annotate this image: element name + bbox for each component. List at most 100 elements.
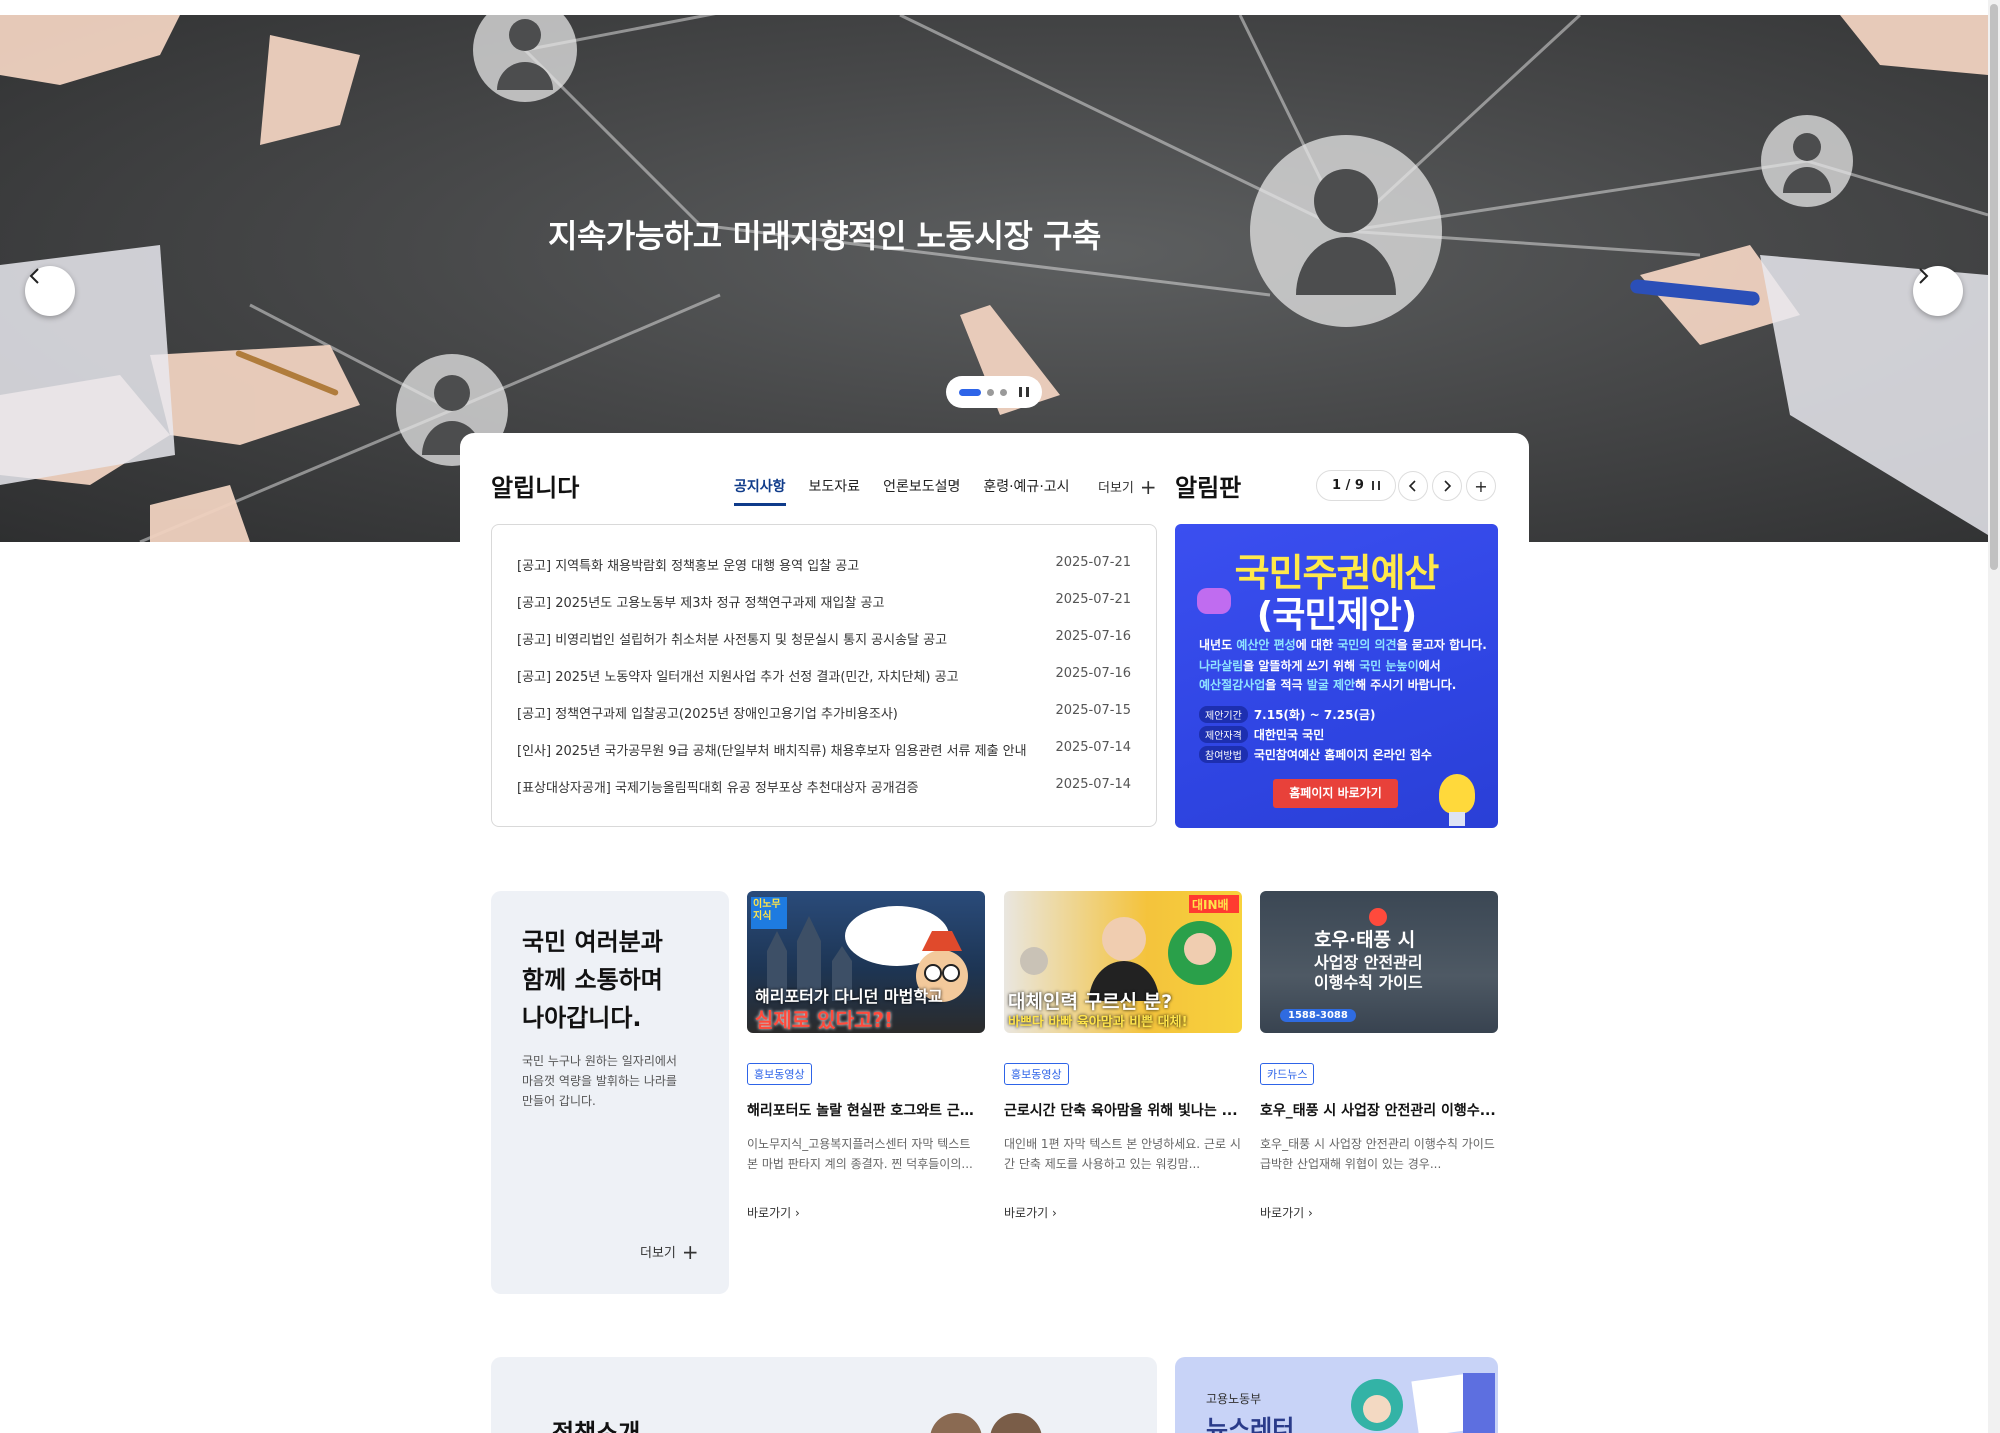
notice-item-title[interactable]: [공고] 정책연구과제 입찰공고(2025년 장애인고용기업 추가비용조사)	[517, 703, 898, 740]
media-heading-line: 함께 소통하며	[522, 966, 663, 994]
tab-notices[interactable]: 공지사항	[734, 476, 786, 506]
media-card-2[interactable]: 대IN배 대체인력 구르신 분? 바쁘다 바빠 육아맘과 비쁜 대체! 홍보동영…	[1004, 891, 1242, 1221]
banner-text-line-1: 내년도 예산안 편성에 대한 국민의 의견을 묻고자 합니다.	[1199, 636, 1487, 653]
pause-icon[interactable]	[1019, 387, 1029, 397]
notice-more-label: 더보기	[1098, 481, 1134, 496]
notice-item-date: 2025-07-16	[1055, 666, 1131, 681]
notice-item-title[interactable]: [공고] 지역특화 채용박람회 정책홍보 운영 대행 용역 입찰 공고	[517, 555, 859, 592]
notice-item-date: 2025-07-15	[1055, 703, 1131, 718]
list-item[interactable]: [공고] 2025년도 고용노동부 제3차 정규 정책연구과제 재입찰 공고 20…	[517, 592, 1131, 629]
media-intro-card: 국민 여러분과 함께 소통하며 나아갑니다. 국민 누구나 원하는 일자리에서 …	[491, 891, 729, 1294]
chevron-right-icon: ›	[1308, 1206, 1313, 1220]
list-item[interactable]: [표상대상자공개] 국제기능올림픽대회 유공 정부포상 추천대상자 공개검증 20…	[517, 777, 1131, 814]
slide-dot-2[interactable]	[987, 388, 994, 396]
tab-regulations[interactable]: 훈령·예규·고시	[983, 476, 1069, 504]
banner-info-3: 참여방법 국민참여예산 홈페이지 온라인 접수	[1199, 746, 1432, 763]
list-item[interactable]: [공고] 지역특화 채용박람회 정책홍보 운영 대행 용역 입찰 공고 2025-…	[517, 555, 1131, 592]
media-subtext-line: 만들어 갑니다.	[522, 1094, 596, 1108]
category-badge: 홍보동영상	[1004, 1063, 1069, 1085]
notice-item-date: 2025-07-14	[1055, 740, 1131, 755]
video-thumbnail[interactable]: 이노무 지식 해리포터가 다니던 마법학교 실제로 있다고?!	[747, 891, 985, 1033]
video-thumbnail[interactable]: 대IN배 대체인력 구르신 분? 바쁘다 바빠 육아맘과 비쁜 대체!	[1004, 891, 1242, 1033]
board-more-button[interactable]: +	[1466, 471, 1496, 501]
banner-text-line-3: 예산절감사업을 적극 발굴 제안해 주시기 바랍니다.	[1199, 676, 1456, 693]
media-subtext: 국민 누구나 원하는 일자리에서 마음껏 역량을 발휘하는 나라를 만들어 갑니…	[522, 1051, 677, 1111]
banner-text: 해 주시기 바랍니다.	[1355, 678, 1457, 692]
policy-section[interactable]: 정책소개	[491, 1357, 1157, 1433]
notice-title: 알립니다	[491, 474, 580, 502]
board-pager: 1 / 9	[1316, 470, 1396, 501]
board-prev-button[interactable]	[1398, 471, 1428, 501]
thumb-line-2: 바쁘다 바빠 육아맘과 비쁜 대체!	[1008, 1015, 1188, 1030]
chevron-left-icon	[1408, 480, 1416, 492]
thumb-line-1: 대체인력 구르신 분?	[1008, 991, 1173, 1013]
banner-text: 내년도	[1199, 638, 1237, 652]
media-heading: 국민 여러분과 함께 소통하며 나아갑니다.	[522, 923, 663, 1037]
pause-icon[interactable]	[1371, 481, 1380, 490]
banner-highlight: 예산절감사업	[1199, 678, 1266, 692]
card-link[interactable]: 바로가기 ›	[1004, 1204, 1242, 1221]
list-item[interactable]: [공고] 비영리법인 설립허가 취소처분 사전통지 및 청문실시 통지 공시송달…	[517, 629, 1131, 666]
media-card-1[interactable]: 이노무 지식 해리포터가 다니던 마법학교 실제로 있다고?! 홍보동영상 해리…	[747, 891, 985, 1221]
lightbulb-icon	[1439, 774, 1475, 814]
card-title[interactable]: 근로시간 단축 육아맘을 위해 빛나는 ...	[1004, 1100, 1242, 1120]
banner-title-2: (국민제안)	[1256, 595, 1417, 636]
media-card-3[interactable]: 호우·태풍 시 사업장 안전관리 이행수칙 가이드 1588-3088 카드뉴스…	[1260, 891, 1498, 1221]
notice-item-title[interactable]: [표상대상자공개] 국제기능올림픽대회 유공 정부포상 추천대상자 공개검증	[517, 777, 919, 814]
notice-item-title[interactable]: [공고] 2025년 노동약자 일터개선 지원사업 추가 선정 결과(민간, 자…	[517, 666, 959, 703]
board-next-button[interactable]	[1432, 471, 1462, 501]
mascot-illustration	[1351, 1373, 1495, 1433]
notice-item-date: 2025-07-14	[1055, 777, 1131, 792]
banner-homepage-button[interactable]: 홈페이지 바로가기	[1273, 779, 1398, 808]
notice-item-title[interactable]: [공고] 2025년도 고용노동부 제3차 정규 정책연구과제 재입찰 공고	[517, 592, 884, 629]
list-item[interactable]: [인사] 2025년 국가공무원 9급 공채(단일부처 배치직류) 채용후보자 …	[517, 740, 1131, 777]
list-item[interactable]: [공고] 2025년 노동약자 일터개선 지원사업 추가 선정 결과(민간, 자…	[517, 666, 1131, 703]
board-page-indicator: 1 / 9	[1332, 478, 1364, 493]
notice-item-title[interactable]: [인사] 2025년 국가공무원 9급 공채(단일부처 배치직류) 채용후보자 …	[517, 740, 1027, 777]
media-heading-line: 나아갑니다.	[522, 1004, 642, 1032]
media-subtext-line: 마음껏 역량을 발휘하는 나라를	[522, 1074, 677, 1088]
chevron-right-icon: ›	[795, 1206, 800, 1220]
banner-text: 에 대한	[1295, 638, 1338, 652]
scrollbar-thumb[interactable]	[1990, 4, 1998, 570]
banner-text-line-2: 나라살림을 알뜰하게 쓰기 위해 국민 눈높이에서	[1199, 657, 1441, 674]
tab-press-releases[interactable]: 보도자료	[809, 476, 861, 504]
category-badge: 홍보동영상	[747, 1063, 812, 1085]
board-banner[interactable]: 국민주권예산 (국민제안) 내년도 예산안 편성에 대한 국민의 의견을 묻고자…	[1175, 524, 1498, 828]
banner-highlight: 국민 눈높이	[1359, 659, 1419, 673]
slide-dot-3[interactable]	[1000, 388, 1007, 396]
banner-info-text: 대한민국 국민	[1253, 728, 1325, 742]
list-item[interactable]: [공고] 정책연구과제 입찰공고(2025년 장애인고용기업 추가비용조사) 20…	[517, 703, 1131, 740]
banner-highlight: 발굴 제안	[1306, 678, 1356, 692]
card-description: 호우_태풍 시 사업장 안전관리 이행수칙 가이드 급박한 산업재해 위협이 있…	[1260, 1137, 1495, 1171]
hero-prev-button[interactable]	[25, 266, 75, 316]
hero-next-button[interactable]	[1913, 266, 1963, 316]
banner-info-text: 7.15(화) ~ 7.25(금)	[1253, 708, 1376, 722]
banner-highlight: 나라살림	[1199, 659, 1244, 673]
category-badge: 카드뉴스	[1260, 1063, 1315, 1085]
chevron-right-icon: ›	[1052, 1206, 1057, 1220]
card-description: 이노무지식_고용복지플러스센터 자막 텍스트 본 마법 판타지 계의 종결자. …	[747, 1137, 973, 1171]
tab-press-explanations[interactable]: 언론보도설명	[883, 476, 960, 504]
card-link[interactable]: 바로가기 ›	[747, 1204, 985, 1221]
card-link[interactable]: 바로가기 ›	[1260, 1204, 1498, 1221]
notice-item-title[interactable]: [공고] 비영리법인 설립허가 취소처분 사전통지 및 청문실시 통지 공시송달…	[517, 629, 947, 666]
slide-dot-1[interactable]	[959, 388, 981, 396]
thumb-tag: 이노무 지식	[753, 899, 781, 922]
banner-text: 을 묻고자 합니다.	[1396, 638, 1487, 652]
chevron-right-icon	[1444, 480, 1452, 492]
cardnews-thumbnail[interactable]: 호우·태풍 시 사업장 안전관리 이행수칙 가이드 1588-3088	[1260, 891, 1498, 1033]
plus-icon: +	[1474, 476, 1488, 496]
newsletter-title: 뉴스레터	[1206, 1415, 1295, 1433]
notice-list: [공고] 지역특화 채용박람회 정책홍보 운영 대행 용역 입찰 공고 2025-…	[491, 524, 1157, 827]
newsletter-section[interactable]: 고용노동부 뉴스레터	[1175, 1357, 1498, 1433]
card-title[interactable]: 해리포터도 놀랄 현실판 호그와트 근데...	[747, 1100, 985, 1120]
media-subtext-line: 국민 누구나 원하는 일자리에서	[522, 1054, 677, 1068]
media-more-button[interactable]: 더보기 +	[640, 1242, 699, 1262]
thumb-line-3: 이행수칙 가이드	[1314, 973, 1423, 992]
hero-slide-controls	[946, 376, 1042, 408]
notice-more-button[interactable]: 더보기 +	[1098, 477, 1157, 497]
card-link-label: 바로가기	[1260, 1206, 1305, 1220]
banner-text: 에서	[1418, 659, 1441, 673]
card-title[interactable]: 호우_태풍 시 사업장 안전관리 이행수...	[1260, 1100, 1498, 1120]
